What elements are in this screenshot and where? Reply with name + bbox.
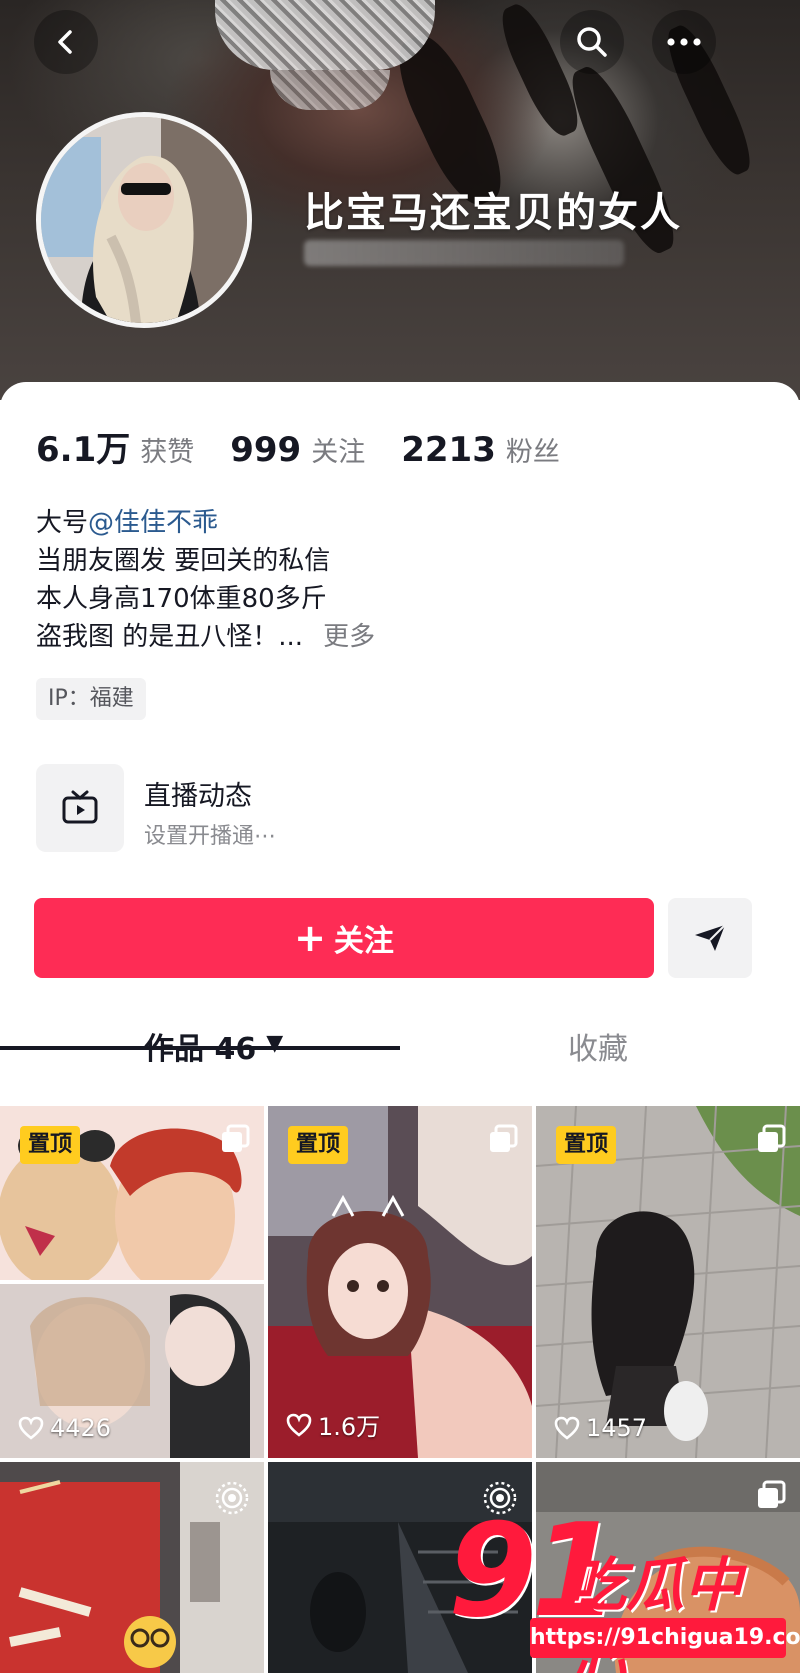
like-count: 4426 bbox=[18, 1414, 111, 1442]
multi-image-icon bbox=[758, 1124, 786, 1152]
more-icon bbox=[667, 38, 701, 46]
like-count: 1.6万 bbox=[286, 1407, 380, 1442]
bio-prefix: 大号 bbox=[36, 508, 89, 538]
video-thumbnail[interactable]: 置顶 1457 bbox=[536, 1106, 800, 1458]
heart-icon bbox=[554, 1416, 580, 1440]
tab-works[interactable]: 作品 46 ▼ bbox=[144, 1024, 283, 1090]
stat-following-label: 关注 bbox=[311, 437, 366, 468]
stats-row: 6.1万 获赞 999 关注 2213 粉丝 bbox=[36, 422, 596, 471]
follow-button[interactable]: + 关注 bbox=[34, 898, 654, 978]
bio-line-4-text: 盗我图 的是丑八怪！... bbox=[36, 622, 304, 652]
stat-following[interactable]: 999 关注 bbox=[230, 430, 365, 470]
like-count-value: 1.6万 bbox=[318, 1413, 381, 1441]
pinned-badge: 置顶 bbox=[20, 1126, 81, 1164]
ip-location-tag: IP：福建 bbox=[36, 678, 146, 720]
grid-divider bbox=[264, 1106, 268, 1673]
search-button[interactable] bbox=[560, 10, 624, 74]
video-thumbnail[interactable]: 置顶 1.6万 bbox=[268, 1106, 532, 1458]
active-tab-indicator bbox=[0, 1046, 400, 1050]
follow-button-label: 关注 bbox=[333, 924, 394, 959]
video-thumbnail[interactable]: 置顶 4426 bbox=[0, 1106, 264, 1458]
content-tabs: 作品 46 ▼ 收藏 bbox=[0, 1024, 800, 1090]
like-count: 1457 bbox=[554, 1414, 647, 1442]
heart-icon bbox=[18, 1416, 44, 1440]
message-button[interactable] bbox=[668, 898, 752, 978]
live-activity-button[interactable] bbox=[36, 764, 124, 852]
multi-image-icon bbox=[490, 1124, 518, 1152]
bio-line-3: 本人身高170体重80多斤 bbox=[36, 584, 327, 614]
blurred-account-id bbox=[304, 240, 624, 266]
plus-icon: + bbox=[294, 916, 326, 960]
profile-nickname: 比宝马还宝贝的女人 bbox=[304, 190, 682, 236]
stat-likes-value: 6.1万 bbox=[36, 430, 131, 470]
stat-likes[interactable]: 6.1万 获赞 bbox=[36, 422, 194, 471]
stat-following-value: 999 bbox=[230, 430, 302, 470]
multi-image-icon bbox=[222, 1124, 250, 1152]
profile-cover: 比宝马还宝贝的女人 bbox=[0, 0, 800, 400]
send-icon bbox=[695, 924, 726, 951]
tab-favorites[interactable]: 收藏 bbox=[568, 1024, 628, 1090]
bio-line-1: 大号@佳佳不乖 bbox=[36, 504, 375, 542]
live-activity-title: 直播动态 bbox=[144, 781, 252, 812]
chevron-left-icon bbox=[58, 30, 72, 54]
stat-followers-value: 2213 bbox=[401, 430, 496, 470]
bio: 大号@佳佳不乖 当朋友圈发 要回关的私信 本人身高170体重80多斤 盗我图 的… bbox=[36, 504, 375, 656]
caret-down-icon: ▼ bbox=[266, 1031, 284, 1056]
back-button[interactable] bbox=[34, 10, 98, 74]
search-icon bbox=[577, 27, 607, 57]
tab-favorites-label: 收藏 bbox=[568, 1032, 628, 1067]
stat-likes-label: 获赞 bbox=[140, 437, 195, 468]
bio-line-4: 盗我图 的是丑八怪！... 更多 bbox=[36, 618, 375, 656]
pinned-badge: 置顶 bbox=[556, 1126, 617, 1164]
stat-followers-label: 粉丝 bbox=[505, 437, 560, 468]
like-count-value: 1457 bbox=[586, 1414, 648, 1442]
more-button[interactable] bbox=[652, 10, 716, 74]
watermark-url: https://91chigua19.com bbox=[530, 1618, 800, 1658]
multi-image-icon bbox=[758, 1480, 786, 1508]
bio-mention-link[interactable]: @佳佳不乖 bbox=[88, 508, 218, 538]
like-count-value: 4426 bbox=[50, 1414, 112, 1442]
stat-followers[interactable]: 2213 粉丝 bbox=[401, 430, 560, 470]
avatar[interactable] bbox=[36, 112, 252, 328]
grid-divider bbox=[0, 1458, 800, 1462]
live-replay-icon bbox=[215, 1481, 249, 1515]
bio-more-link[interactable]: 更多 bbox=[323, 622, 375, 652]
live-activity-subtitle: 设置开播通⋯ bbox=[144, 824, 277, 849]
video-thumbnail[interactable] bbox=[0, 1462, 264, 1673]
pinned-badge: 置顶 bbox=[288, 1126, 349, 1164]
avatar-image bbox=[41, 117, 247, 323]
bio-line-2: 当朋友圈发 要回关的私信 bbox=[36, 546, 331, 576]
heart-icon bbox=[286, 1413, 312, 1437]
tv-icon bbox=[62, 790, 98, 824]
site-watermark: 91 吃瓜中心 https://91chigua19.com bbox=[448, 1508, 800, 1673]
